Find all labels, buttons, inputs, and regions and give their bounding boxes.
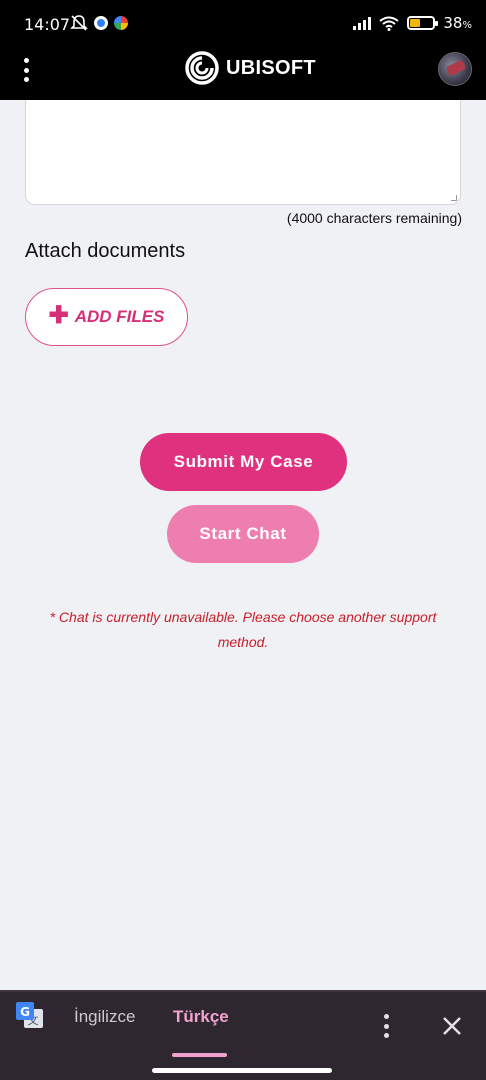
- add-files-label: ADD FILES: [74, 307, 165, 326]
- ubisoft-swirl-icon: [185, 51, 219, 85]
- target-language-tab[interactable]: Türkçe: [173, 1007, 229, 1027]
- description-textarea[interactable]: [25, 100, 461, 205]
- plus-icon: ✚: [48, 302, 69, 329]
- navigation-handle[interactable]: [152, 1068, 332, 1073]
- chat-unavailable-note: * Chat is currently unavailable. Please …: [49, 609, 437, 650]
- close-icon[interactable]: [438, 1012, 466, 1040]
- notification-icons: [70, 15, 128, 31]
- svg-text:G: G: [20, 1005, 30, 1019]
- selected-tab-indicator: [172, 1053, 227, 1057]
- resize-handle[interactable]: [451, 195, 457, 201]
- app-notification-icon: [114, 16, 128, 30]
- app-header: UBISOFT: [0, 38, 486, 100]
- characters-remaining: (4000 characters remaining): [286, 210, 462, 226]
- add-files-button[interactable]: ✚ ADD FILES: [25, 288, 188, 346]
- status-time: 14:07: [24, 15, 71, 34]
- brand-name: UBISOFT: [226, 56, 316, 79]
- battery-icon: [407, 16, 439, 30]
- start-chat-button[interactable]: Start Chat: [167, 505, 319, 563]
- signal-icon: [353, 16, 372, 30]
- system-indicators: 38%: [353, 14, 472, 32]
- more-options-icon[interactable]: [378, 1014, 394, 1038]
- wifi-icon: [379, 16, 400, 31]
- menu-icon[interactable]: [18, 58, 34, 82]
- bell-muted-icon: [70, 15, 88, 31]
- google-translate-icon: 文 G: [16, 1002, 43, 1028]
- translate-bar: 文 G İngilizce Türkçe: [0, 990, 486, 1080]
- ubisoft-logo[interactable]: UBISOFT: [184, 50, 316, 86]
- source-language-tab[interactable]: İngilizce: [74, 1007, 135, 1027]
- submit-case-button[interactable]: Submit My Case: [140, 433, 347, 491]
- status-bar: 14:07 38%: [0, 0, 486, 38]
- battery-level: [410, 19, 420, 27]
- attach-documents-heading: Attach documents: [25, 240, 186, 262]
- battery-percent: 38%: [443, 14, 472, 32]
- avatar[interactable]: [438, 52, 472, 86]
- messenger-icon: [94, 16, 108, 30]
